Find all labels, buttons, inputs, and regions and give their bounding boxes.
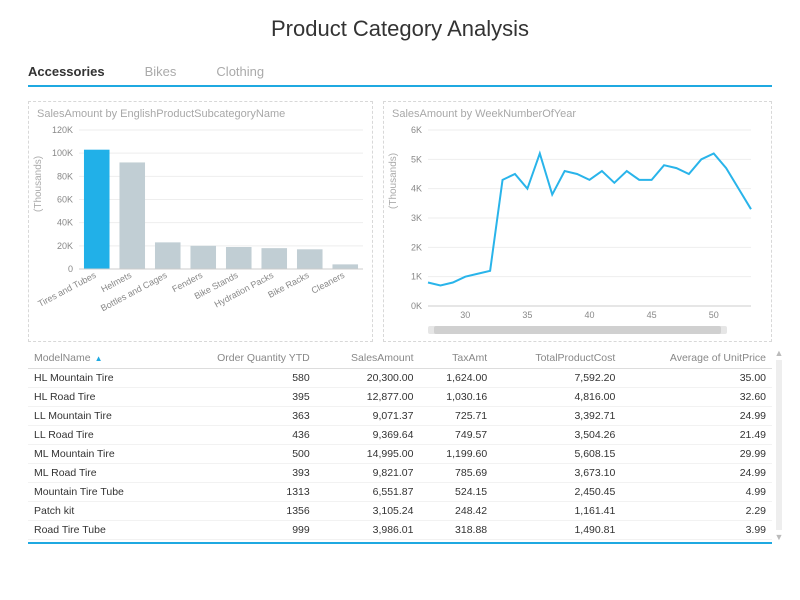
table-row[interactable]: Road Tire Tube9993,986.01318.881,490.813…: [28, 521, 772, 540]
svg-text:Cleaners: Cleaners: [310, 270, 347, 296]
svg-text:60K: 60K: [57, 195, 73, 205]
table-row[interactable]: Mountain Tire Tube13136,551.87524.152,45…: [28, 483, 772, 502]
scroll-up-icon[interactable]: ▲: [774, 348, 784, 358]
svg-text:Tires and Tubes: Tires and Tubes: [37, 270, 98, 309]
line-chart[interactable]: 0K 1K 2K 3K 4K 5K 6K 30 35 40 45 50: [392, 124, 757, 324]
svg-text:0: 0: [68, 264, 73, 274]
table-row[interactable]: ML Mountain Tire50014,995.001,199.605,60…: [28, 445, 772, 464]
bar-4[interactable]: [226, 247, 252, 269]
svg-text:50: 50: [709, 310, 719, 320]
tab-clothing[interactable]: Clothing: [216, 64, 264, 79]
svg-text:3K: 3K: [411, 213, 422, 223]
bar-1[interactable]: [119, 162, 145, 269]
svg-text:35: 35: [522, 310, 532, 320]
svg-text:80K: 80K: [57, 171, 73, 181]
data-table-container: ModelName▲Order Quantity YTDSalesAmountT…: [28, 348, 772, 544]
svg-text:1K: 1K: [411, 272, 422, 282]
table-row[interactable]: LL Road Tire4369,369.64749.573,504.2621.…: [28, 426, 772, 445]
bar-3[interactable]: [190, 246, 216, 269]
table-row[interactable]: Patch kit13563,105.24248.421,161.412.29: [28, 502, 772, 521]
svg-text:40K: 40K: [57, 218, 73, 228]
svg-text:30: 30: [460, 310, 470, 320]
page-title: Product Category Analysis: [28, 16, 772, 42]
bar-chart[interactable]: 020K40K60K80K100K120KTires and TubesHelm…: [37, 124, 367, 339]
bar-chart-title: SalesAmount by EnglishProductSubcategory…: [37, 108, 364, 120]
svg-text:120K: 120K: [52, 125, 73, 135]
col-5[interactable]: Average of UnitPrice: [621, 348, 772, 369]
col-0[interactable]: ModelName▲: [28, 348, 170, 369]
bar-2[interactable]: [155, 242, 181, 269]
line-series[interactable]: [428, 153, 751, 285]
svg-text:100K: 100K: [52, 148, 73, 158]
bar-7[interactable]: [332, 264, 358, 269]
bar-0[interactable]: [84, 150, 110, 269]
svg-text:Bottles and Cages: Bottles and Cages: [99, 270, 169, 314]
col-2[interactable]: SalesAmount: [316, 348, 420, 369]
scroll-down-icon[interactable]: ▼: [774, 532, 784, 542]
bar-chart-ylabel: (Thousands): [33, 155, 44, 211]
svg-text:Bike Racks: Bike Racks: [266, 270, 311, 300]
tab-accessories[interactable]: Accessories: [28, 64, 105, 79]
bar-chart-card: SalesAmount by EnglishProductSubcategory…: [28, 101, 373, 342]
line-chart-scrollbar[interactable]: [428, 326, 727, 334]
svg-text:0K: 0K: [411, 301, 422, 311]
svg-text:20K: 20K: [57, 241, 73, 251]
line-chart-card: SalesAmount by WeekNumberOfYear (Thousan…: [383, 101, 772, 342]
col-4[interactable]: TotalProductCost: [493, 348, 621, 369]
svg-text:5K: 5K: [411, 154, 422, 164]
svg-text:2K: 2K: [411, 242, 422, 252]
data-table[interactable]: ModelName▲Order Quantity YTDSalesAmountT…: [28, 348, 772, 540]
line-chart-ylabel: (Thousands): [388, 153, 399, 209]
svg-text:40: 40: [584, 310, 594, 320]
svg-text:Hydration Packs: Hydration Packs: [213, 270, 276, 310]
svg-text:6K: 6K: [411, 125, 422, 135]
svg-text:4K: 4K: [411, 184, 422, 194]
line-chart-title: SalesAmount by WeekNumberOfYear: [392, 108, 763, 120]
tab-bikes[interactable]: Bikes: [145, 64, 177, 79]
table-row[interactable]: HL Road Tire39512,877.001,030.164,816.00…: [28, 388, 772, 407]
table-row[interactable]: HL Mountain Tire58020,300.001,624.007,59…: [28, 369, 772, 388]
sort-asc-icon: ▲: [95, 354, 103, 363]
table-row[interactable]: ML Road Tire3939,821.07785.693,673.1024.…: [28, 464, 772, 483]
col-3[interactable]: TaxAmt: [419, 348, 493, 369]
table-row[interactable]: LL Mountain Tire3639,071.37725.713,392.7…: [28, 407, 772, 426]
bar-6[interactable]: [297, 249, 323, 269]
col-1[interactable]: Order Quantity YTD: [170, 348, 316, 369]
bar-5[interactable]: [261, 248, 287, 269]
svg-text:45: 45: [647, 310, 657, 320]
category-tabs: Accessories Bikes Clothing: [28, 64, 772, 87]
table-scrollbar[interactable]: ▲ ▼: [774, 348, 784, 542]
